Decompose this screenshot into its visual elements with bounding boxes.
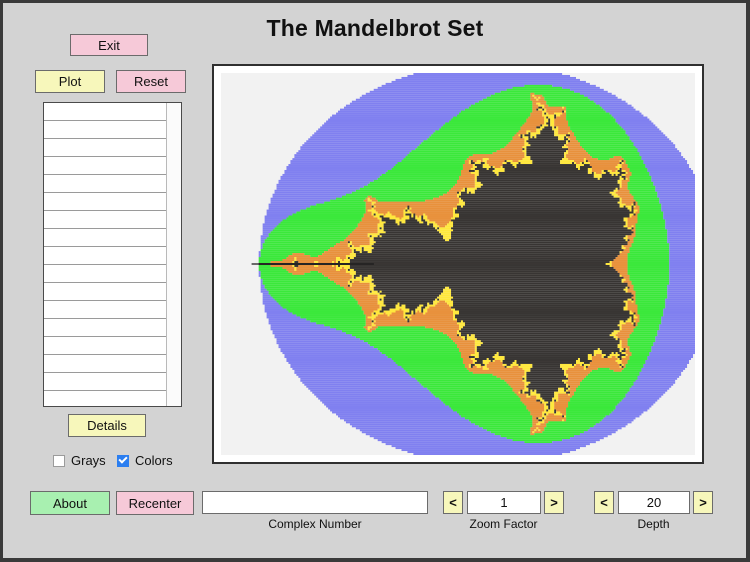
about-button[interactable]: About [30,491,110,515]
application-window: The Mandelbrot Set Exit Plot Reset Detai… [0,0,750,562]
fractal-image-panel[interactable] [212,64,704,464]
zoom-factor-decrement-button[interactable]: < [443,491,463,514]
results-listbox[interactable] [43,102,182,407]
zoom-factor-label: Zoom Factor [469,517,538,531]
reset-button[interactable]: Reset [116,70,186,93]
list-item[interactable] [44,265,166,283]
list-item[interactable] [44,121,166,139]
listbox-scrollbar[interactable] [166,103,181,406]
list-item[interactable] [44,175,166,193]
list-item[interactable] [44,139,166,157]
depth-decrement-button[interactable]: < [594,491,614,514]
recenter-button[interactable]: Recenter [116,491,194,515]
grays-checkbox-label: Grays [71,453,106,468]
exit-button[interactable]: Exit [70,34,148,56]
depth-increment-button[interactable]: > [693,491,713,514]
list-item[interactable] [44,193,166,211]
list-item[interactable] [44,229,166,247]
depth-input[interactable]: 20 [618,491,690,514]
list-item[interactable] [44,283,166,301]
list-item[interactable] [44,211,166,229]
fractal-canvas[interactable] [221,73,695,455]
list-item[interactable] [44,247,166,265]
zoom-factor-increment-button[interactable]: > [544,491,564,514]
list-item[interactable] [44,301,166,319]
depth-label: Depth [637,517,670,531]
list-item[interactable] [44,373,166,391]
complex-number-input[interactable] [202,491,428,514]
grays-checkbox-group[interactable]: Grays [53,453,106,468]
colors-checkbox[interactable] [117,454,129,467]
listbox-rows [44,103,166,406]
colors-checkbox-group[interactable]: Colors [117,453,173,468]
zoom-factor-input[interactable]: 1 [467,491,541,514]
list-item[interactable] [44,319,166,337]
plot-button[interactable]: Plot [35,70,105,93]
colors-checkbox-label: Colors [135,453,173,468]
mandelbrot-plot [221,73,695,455]
details-button[interactable]: Details [68,414,146,437]
list-item[interactable] [44,337,166,355]
list-item[interactable] [44,157,166,175]
complex-number-label: Complex Number [268,517,362,531]
list-item[interactable] [44,103,166,121]
list-item[interactable] [44,391,166,406]
grays-checkbox[interactable] [53,454,65,467]
list-item[interactable] [44,355,166,373]
